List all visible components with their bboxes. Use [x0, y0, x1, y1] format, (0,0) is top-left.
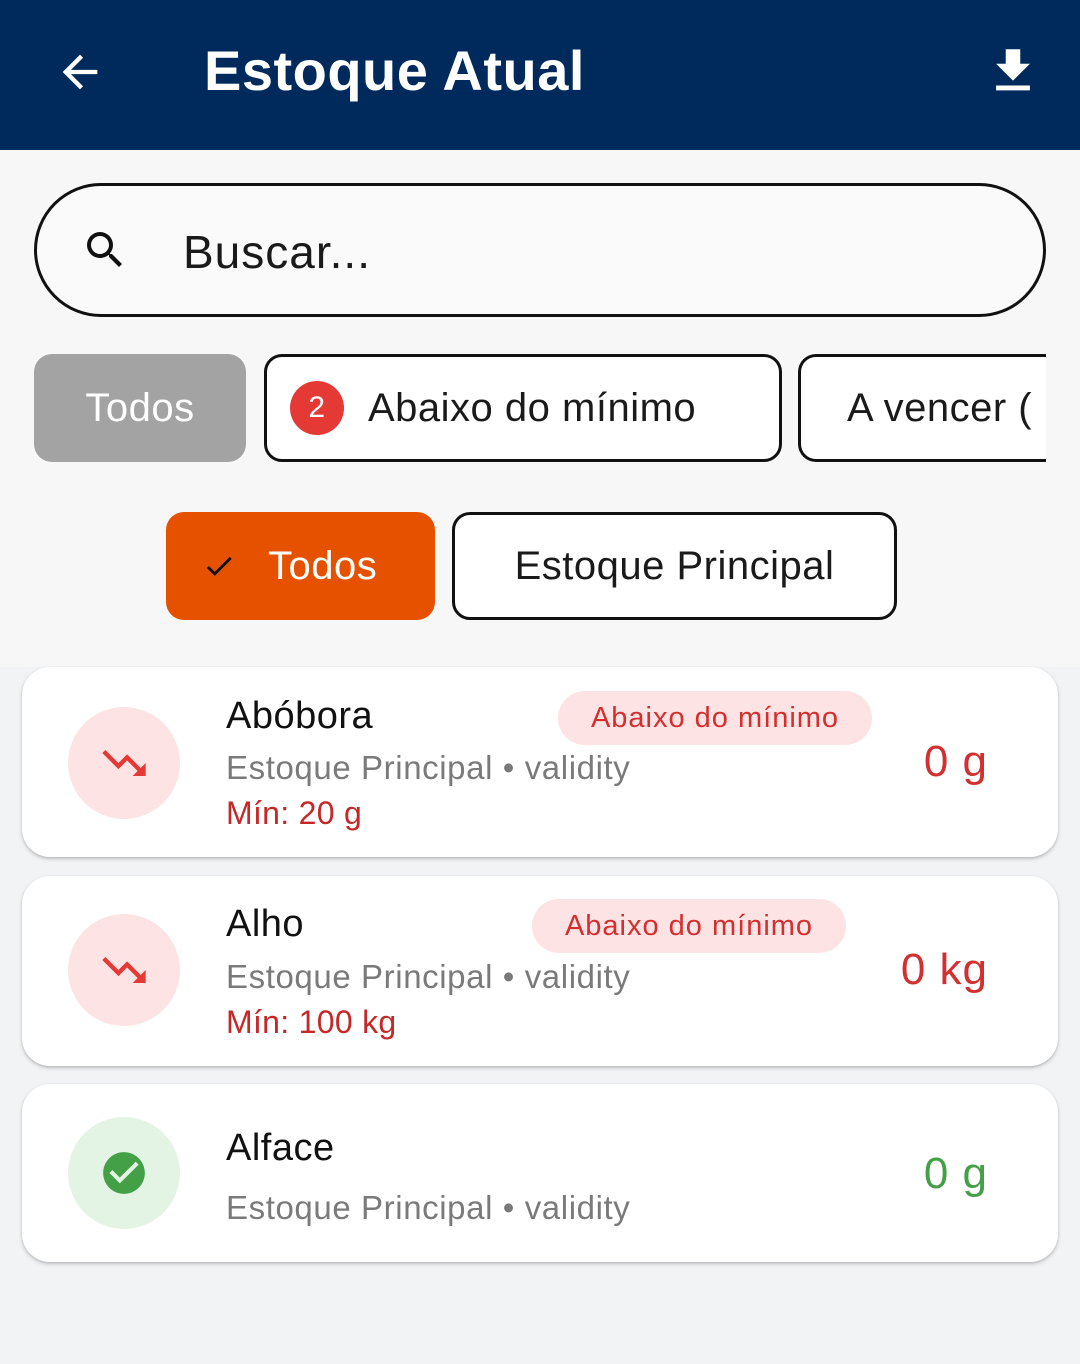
- filter-chip-label: Todos: [85, 385, 195, 430]
- item-name: Alho: [226, 903, 305, 945]
- search-input[interactable]: Buscar...: [34, 183, 1046, 317]
- item-location: Estoque Principal • validity: [226, 1189, 631, 1226]
- filter-chip-expiring[interactable]: A vencer (: [798, 354, 1046, 462]
- location-chip-label: Todos: [268, 543, 378, 588]
- filters-panel: Buscar... Todos 2 Abaixo do mínimo A ven…: [0, 150, 1080, 667]
- item-minimum: Mín: 100 kg: [226, 1004, 397, 1040]
- trending-down-icon: [102, 957, 146, 983]
- status-filter-row: Todos 2 Abaixo do mínimo A vencer (: [34, 354, 1046, 462]
- page-title: Estoque Atual: [204, 39, 585, 102]
- download-button[interactable]: [982, 40, 1044, 102]
- status-avatar: [68, 1117, 180, 1229]
- filter-chip-label: Abaixo do mínimo: [368, 385, 697, 430]
- filter-chip-label: A vencer (: [847, 385, 1033, 430]
- item-quantity: 0 g: [923, 737, 988, 786]
- search-placeholder: Buscar...: [183, 226, 371, 278]
- item-name: Abóbora: [226, 695, 374, 737]
- item-location: Estoque Principal • validity: [226, 749, 631, 786]
- item-quantity: 0 g: [923, 1149, 988, 1198]
- trending-down-icon: [102, 750, 146, 776]
- filter-chip-below-minimum[interactable]: 2 Abaixo do mínimo: [264, 354, 782, 462]
- count-badge: 2: [290, 381, 344, 435]
- location-chip-all[interactable]: Todos: [166, 512, 435, 620]
- back-button[interactable]: [52, 44, 108, 100]
- status-badge: Abaixo do mínimo: [532, 899, 846, 953]
- item-location: Estoque Principal • validity: [226, 958, 631, 995]
- download-icon: [996, 49, 1030, 91]
- item-name: Alface: [226, 1127, 335, 1169]
- item-quantity: 0 kg: [900, 945, 988, 994]
- stock-item-card[interactable]: Alface Estoque Principal • validity 0 g: [22, 1084, 1058, 1262]
- arrow-back-icon: [62, 54, 98, 90]
- check-circle-icon: [103, 1152, 145, 1194]
- app-bar: Estoque Atual: [0, 0, 1080, 150]
- stock-item-card[interactable]: Abóbora Abaixo do mínimo Estoque Princip…: [22, 667, 1058, 857]
- location-filter-row: Todos Estoque Principal: [0, 512, 1080, 620]
- item-minimum: Mín: 20 g: [226, 795, 363, 831]
- status-avatar: [68, 914, 180, 1026]
- location-chip-main-stock[interactable]: Estoque Principal: [452, 512, 897, 620]
- status-avatar: [68, 707, 180, 819]
- check-icon: [202, 549, 236, 583]
- status-badge: Abaixo do mínimo: [558, 691, 872, 745]
- filter-chip-all[interactable]: Todos: [34, 354, 246, 462]
- location-chip-label: Estoque Principal: [514, 543, 835, 588]
- stock-item-card[interactable]: Alho Abaixo do mínimo Estoque Principal …: [22, 876, 1058, 1066]
- search-icon: [87, 232, 122, 267]
